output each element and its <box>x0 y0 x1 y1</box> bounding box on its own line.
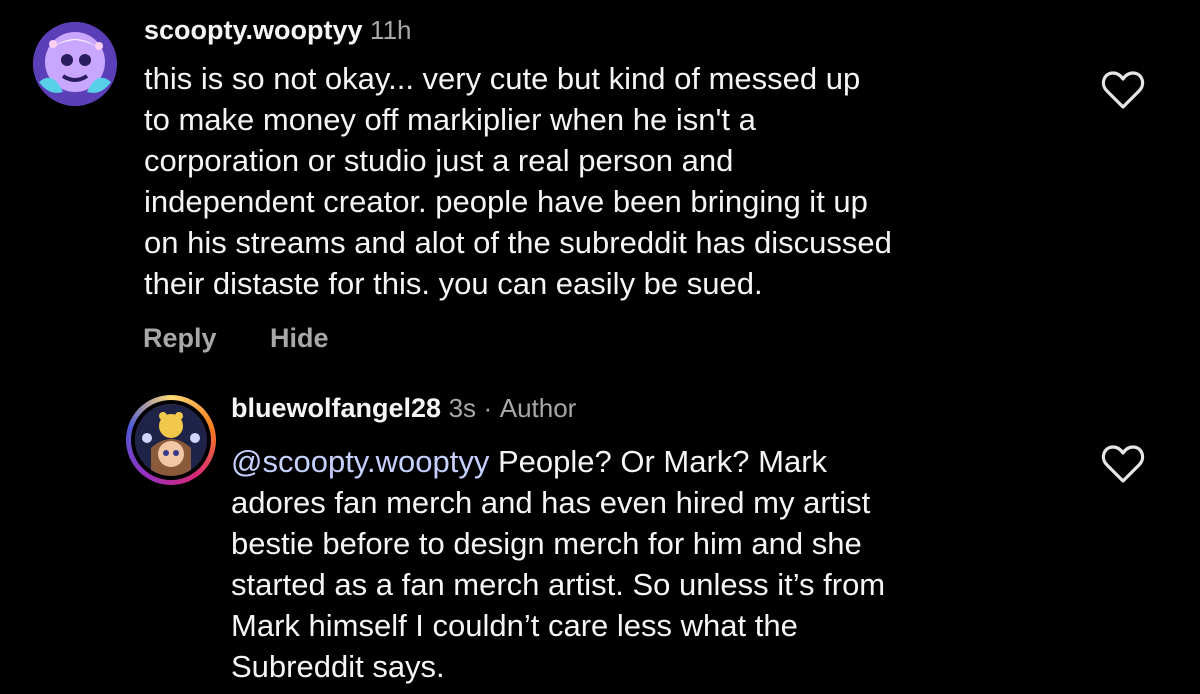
comment-line: to make money off markiplier when he isn… <box>144 102 756 137</box>
timestamp: 3s <box>448 393 477 423</box>
comment-line: independent creator. people have been br… <box>144 184 868 219</box>
comment-body: this is so not okay... very cute but kin… <box>144 58 892 304</box>
reply-button[interactable]: Reply <box>143 323 217 354</box>
mention-link[interactable]: @scoopty.wooptyy <box>231 444 489 479</box>
meta-separator: · <box>483 393 493 423</box>
hide-button[interactable]: Hide <box>270 323 329 354</box>
timestamp: 11h <box>370 15 412 45</box>
comment-username[interactable]: scoopty.wooptyy 11h <box>144 15 412 46</box>
comment-line: adores fan merch and has even hired my a… <box>231 485 871 520</box>
username-text[interactable]: scoopty.wooptyy <box>144 15 363 45</box>
comment-text: People? Or Mark? Mark <box>489 444 828 479</box>
comment-line: bestie before to design merch for him an… <box>231 526 862 561</box>
comment-line: @scoopty.wooptyy People? Or Mark? Mark <box>231 441 885 482</box>
comment-line: Subreddit says. <box>231 649 445 684</box>
avatar[interactable] <box>135 404 207 476</box>
comment-line: corporation or studio just a real person… <box>144 143 734 178</box>
comment-username[interactable]: bluewolfangel28 3s · Author <box>231 393 576 424</box>
avatar[interactable] <box>33 22 117 106</box>
like-heart-icon[interactable] <box>1101 444 1145 484</box>
comment-body: @scoopty.wooptyy People? Or Mark? Mark a… <box>231 441 885 687</box>
comment-line: their distaste for this. you can easily … <box>144 266 763 301</box>
comment-line: this is so not okay... very cute but kin… <box>144 61 861 96</box>
author-badge: Author <box>499 393 577 423</box>
comment-line: started as a fan merch artist. So unless… <box>231 567 886 602</box>
like-heart-icon[interactable] <box>1101 70 1145 110</box>
comment-line: on his streams and alot of the subreddit… <box>144 225 892 260</box>
username-text[interactable]: bluewolfangel28 <box>231 393 441 423</box>
comment-line: Mark himself I couldn’t care less what t… <box>231 608 798 643</box>
